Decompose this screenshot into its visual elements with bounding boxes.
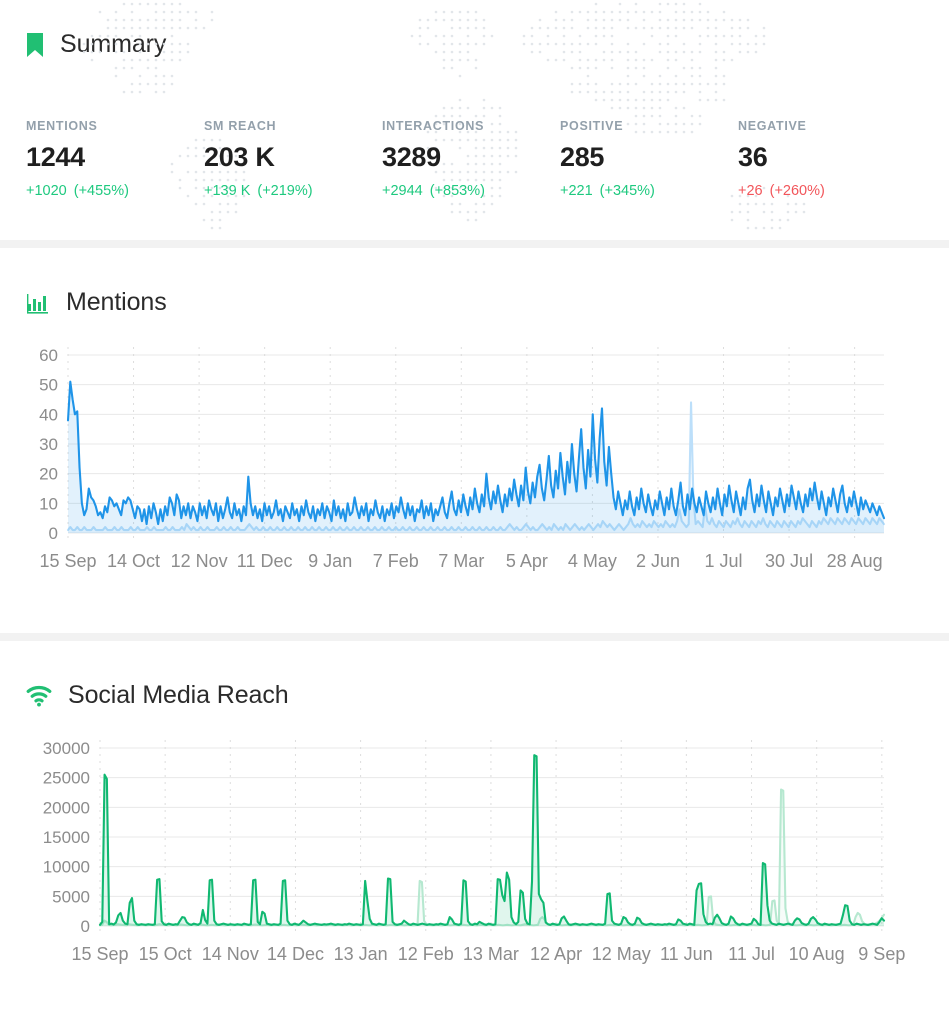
y-axis-tick-label: 10 [39,494,58,513]
metric-delta-absolute: +2944 [382,183,423,199]
social-media-reach-chart-container[interactable]: 0 5000 10000 15000 20000 25000 30000 15 Sep 15 O… [0,736,949,996]
x-axis-tick-label: 14 Dec [267,944,324,964]
x-axis-tick-label: 14 Nov [202,944,259,964]
card-divider-1 [0,240,949,248]
metric-negative: NEGATIVE 36 +26 (+260%) [738,119,916,199]
metric-delta-percent: (+260%) [769,183,825,199]
metric-interactions: INTERACTIONS 3289 +2944 (+853%) [382,119,560,199]
x-axis-tick-label: 9 Jan [308,551,352,571]
metric-delta-percent: (+219%) [257,183,313,199]
x-axis-tick-label: 12 May [592,944,651,964]
x-axis-tick-label: 4 May [568,551,617,571]
summary-header: Summary [0,0,949,59]
summary-card: Summary MENTIONS 1244 +1020 (+455%) SM REACH… [0,0,949,240]
x-axis-tick-label: 28 Aug [827,551,883,571]
social-media-reach-title: Social Media Reach [68,681,289,709]
bookmark-icon [27,32,43,57]
x-axis-tick-label: 11 Jul [728,944,775,964]
metric-label: MENTIONS [26,119,98,133]
x-axis-tick-label: 7 Mar [438,551,484,571]
y-axis-tick-label: 0 [81,917,90,936]
metric-delta-absolute: +26 [738,183,763,199]
x-axis-tick-label: 2 Jun [636,551,680,571]
metric-value: 36 [738,142,768,172]
metric-label: NEGATIVE [738,119,807,133]
y-axis-tick-label: 15000 [43,828,90,847]
series-line [98,754,886,926]
y-axis-tick-label: 60 [39,346,58,365]
y-axis-tick-label: 50 [39,376,58,395]
bar-chart-icon [27,293,48,314]
mentions-line-chart[interactable]: 0 10 20 30 40 50 60 15 Sep 14 Oct 12 Nov 11 Dec 9 J… [0,343,949,603]
card-divider-2 [0,633,949,641]
metric-delta: +221 (+345%) [560,183,738,199]
metric-positive: POSITIVE 285 +221 (+345%) [560,119,738,199]
metric-delta: +139 K (+219%) [204,183,382,199]
metric-delta-percent: (+345%) [599,183,655,199]
metric-delta: +1020 (+455%) [26,183,204,199]
x-axis-tick-label: 12 Feb [398,944,454,964]
x-axis-tick-label: 12 Apr [530,944,582,964]
mentions-title: Mentions [66,288,167,316]
metric-label: POSITIVE [560,119,624,133]
metric-value: 1244 [26,142,85,172]
summary-metrics-row: MENTIONS 1244 +1020 (+455%) SM REACH 203 K +13… [0,59,949,199]
metric-mentions: MENTIONS 1244 +1020 (+455%) [26,119,204,199]
metric-value: 203 K [204,142,275,172]
metric-delta-absolute: +139 K [204,183,251,199]
series-area [68,381,884,533]
x-axis-tick-label: 15 Oct [139,944,192,964]
mentions-chart-container[interactable]: 0 10 20 30 40 50 60 15 Sep 14 Oct 12 Nov 11 Dec 9 J… [0,343,949,603]
x-axis-tick-label: 11 Dec [237,551,293,571]
metric-label: INTERACTIONS [382,119,485,133]
metric-value: 285 [560,142,605,172]
x-axis-tick-label: 1 Jul [704,551,742,571]
x-axis-tick-label: 11 Jun [660,944,713,964]
metric-delta-absolute: +1020 [26,183,67,199]
metric-value: 3289 [382,142,441,172]
metric-delta-absolute: +221 [560,183,593,199]
y-axis-tick-label: 5000 [52,887,90,906]
y-axis-tick-label: 10000 [43,858,90,877]
x-axis-tick-label: 14 Oct [107,551,160,571]
x-axis-tick-label: 12 Nov [171,551,228,571]
y-axis-tick-label: 30000 [43,739,90,758]
y-axis-tick-label: 0 [49,524,58,543]
y-axis-tick-label: 30 [39,435,58,454]
social-media-reach-line-chart[interactable]: 0 5000 10000 15000 20000 25000 30000 15 Sep 15 O… [0,736,949,996]
summary-title: Summary [60,30,167,58]
x-axis-tick-label: 13 Mar [463,944,519,964]
y-axis-tick-label: 25000 [43,769,90,788]
social-media-reach-card: Social Media Reach 0 5000 10000 15000 20000 2… [0,641,949,1026]
x-axis-tick-label: 5 Apr [506,551,548,571]
mentions-card: Mentions 0 10 20 30 40 50 60 15 Sep 14 Oct 12 Nov… [0,248,949,633]
metric-sm-reach: SM REACH 203 K +139 K (+219%) [204,119,382,199]
metric-delta: +2944 (+853%) [382,183,560,199]
x-axis-tick-label: 7 Feb [373,551,419,571]
x-axis-tick-label: 15 Sep [71,944,128,964]
y-axis-tick-label: 40 [39,405,58,424]
x-axis-tick-label: 15 Sep [39,551,96,571]
y-axis-tick-label: 20000 [43,798,90,817]
social-media-reach-header: Social Media Reach [0,641,949,710]
y-axis-tick-label: 20 [39,465,58,484]
metric-delta: +26 (+260%) [738,183,916,199]
x-axis-tick-label: 30 Jul [765,551,813,571]
wifi-icon [26,685,52,706]
metric-delta-percent: (+455%) [73,183,129,199]
x-axis-tick-label: 13 Jan [334,944,388,964]
mentions-header: Mentions [0,248,949,317]
metric-label: SM REACH [204,119,277,133]
x-axis-tick-label: 9 Sep [858,944,905,964]
metric-delta-percent: (+853%) [429,183,485,199]
x-axis-tick-label: 10 Aug [789,944,845,964]
